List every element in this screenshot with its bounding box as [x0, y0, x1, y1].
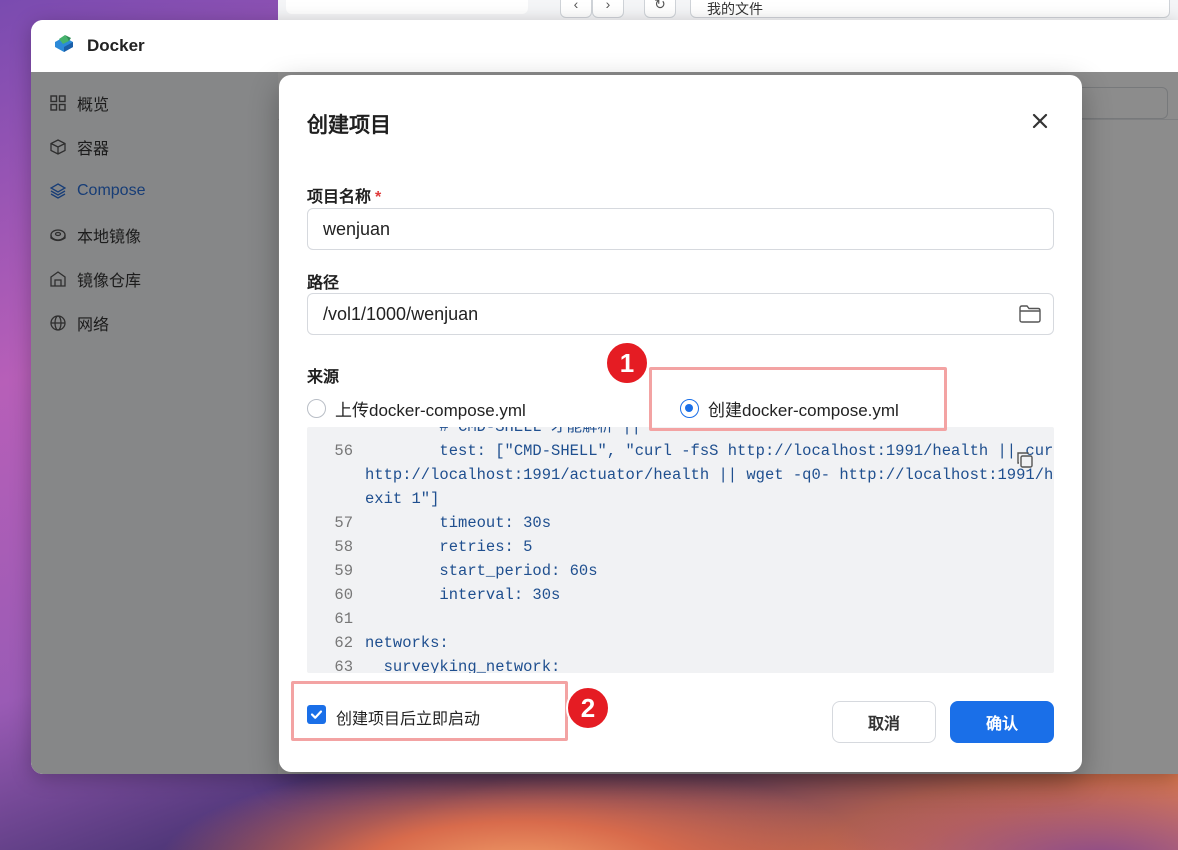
line-number: 60	[334, 586, 353, 604]
cancel-button[interactable]: 取消	[832, 701, 936, 743]
compose-code-editor[interactable]: # CMD-SHELL 才能解析 || 56 test: ["CMD-SHELL…	[307, 427, 1054, 673]
line-text: retries: 5	[365, 538, 533, 556]
app-title: Docker	[87, 36, 145, 55]
line-number: 57	[334, 514, 353, 532]
line-text: timeout: 30s	[365, 514, 552, 532]
line-number: 56	[334, 442, 353, 460]
path-input[interactable]: /vol1/1000/wenjuan	[307, 293, 1054, 335]
annotation-badge-1: 1	[605, 341, 649, 385]
line-text: exit 1"]	[365, 490, 440, 508]
folder-icon[interactable]	[1019, 305, 1041, 323]
project-name-label: 项目名称 *	[307, 183, 381, 207]
code-line: exit 1"]	[307, 487, 1054, 511]
annotation-badge-2: 2	[566, 686, 610, 730]
radio-upload-compose[interactable]: 上传docker-compose.yml	[307, 396, 526, 421]
close-icon[interactable]	[1028, 109, 1052, 133]
code-line: 62 networks:	[307, 631, 1054, 655]
code-line: 60 interval: 30s	[307, 583, 1054, 607]
code-line: 56 test: ["CMD-SHELL", "curl -fsS http:/…	[307, 439, 1054, 463]
required-mark: *	[375, 189, 382, 206]
project-name-input[interactable]: wenjuan	[307, 208, 1054, 250]
line-number: 58	[334, 538, 353, 556]
code-line: 58 retries: 5	[307, 535, 1054, 559]
code-line: 57 timeout: 30s	[307, 511, 1054, 535]
annotation-highlight-1	[649, 367, 947, 431]
line-text: surveyking_network:	[365, 658, 561, 673]
radio-button[interactable]	[307, 399, 326, 418]
line-text: interval: 30s	[365, 586, 561, 604]
code-line: http://localhost:1991/actuator/health ||…	[307, 463, 1054, 487]
project-name-label-text: 项目名称	[307, 189, 372, 206]
code-line: 59 start_period: 60s	[307, 559, 1054, 583]
file-manager-path[interactable]: 我的文件	[690, 0, 1170, 18]
copy-icon[interactable]	[1016, 451, 1034, 469]
line-number: 62	[334, 634, 353, 652]
dialog-title: 创建项目	[307, 114, 391, 137]
code-line: 61	[307, 607, 1054, 631]
line-number: 63	[334, 658, 353, 673]
line-text: # CMD-SHELL 才能解析 ||	[365, 427, 641, 436]
line-number: 59	[334, 562, 353, 580]
file-manager-sidebar-item[interactable]	[286, 0, 528, 14]
refresh-icon[interactable]: ↻	[644, 0, 676, 18]
line-text: start_period: 60s	[365, 562, 598, 580]
line-number: 61	[334, 610, 353, 628]
line-text: test: ["CMD-SHELL", "curl -fsS http://lo…	[365, 442, 1054, 460]
chevron-left-icon[interactable]: ‹	[560, 0, 592, 18]
path-value: /vol1/1000/wenjuan	[323, 303, 479, 324]
confirm-button[interactable]: 确认	[950, 701, 1054, 743]
line-text: http://localhost:1991/actuator/health ||…	[365, 466, 1054, 484]
path-label: 路径	[307, 275, 340, 292]
docker-logo-icon	[55, 35, 73, 52]
annotation-highlight-2	[291, 681, 568, 741]
chevron-right-icon[interactable]: ›	[592, 0, 624, 18]
radio-label: 上传docker-compose.yml	[335, 401, 526, 420]
code-line: 63 surveyking_network:	[307, 655, 1054, 673]
background-file-manager: ‹ › ↻ 我的文件	[278, 0, 1178, 22]
docker-titlebar: Docker	[31, 20, 1178, 72]
line-text: networks:	[365, 634, 449, 652]
source-label: 来源	[307, 369, 340, 386]
